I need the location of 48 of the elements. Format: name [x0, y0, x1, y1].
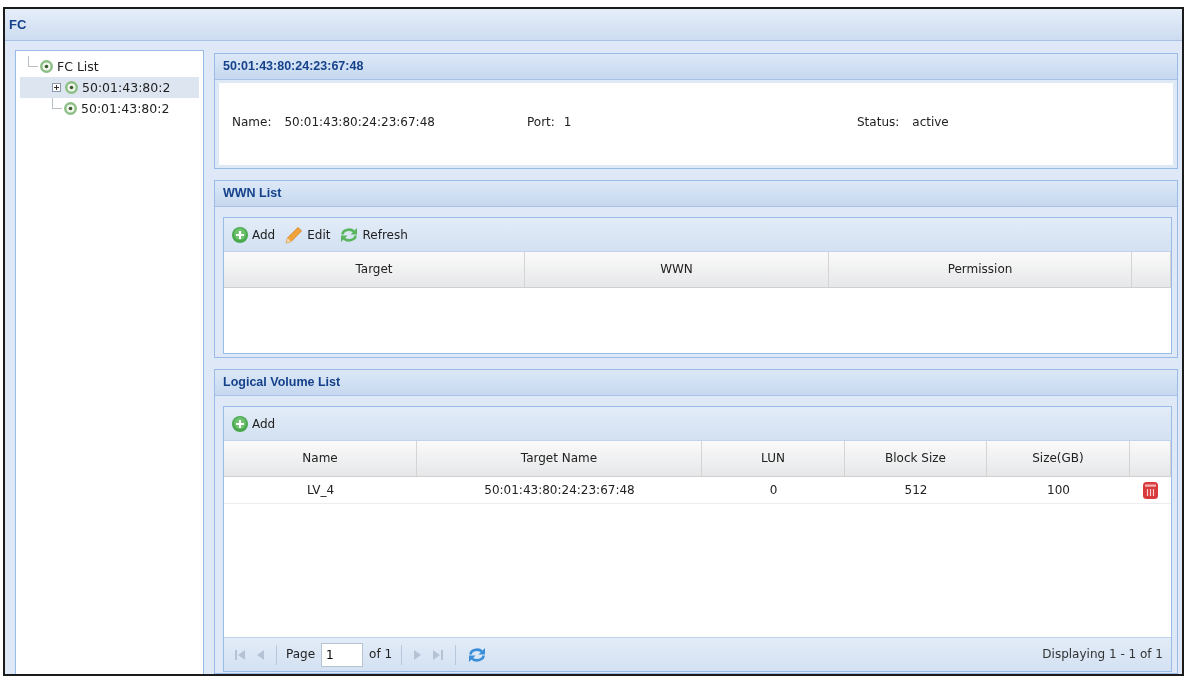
circle-node-icon	[40, 60, 53, 73]
column-header[interactable]: Permission	[947, 262, 1013, 277]
field-value: active	[912, 114, 949, 130]
column-header[interactable]: Name	[302, 451, 338, 466]
table-cell: 50:01:43:80:24:23:67:48	[484, 482, 635, 498]
column-header[interactable]: Block Size	[885, 451, 946, 466]
column-header[interactable]: Target	[355, 262, 393, 277]
field-value: 50:01:43:80:24:23:67:48	[284, 114, 435, 130]
previous-page-icon	[257, 649, 264, 660]
page-field[interactable]: 1	[321, 642, 364, 667]
refresh-button[interactable]: Refresh	[338, 224, 410, 245]
window-title: FC	[9, 16, 27, 33]
circle-node-icon	[64, 102, 77, 115]
paging-summary: Displaying 1 - 1 of 1	[1042, 647, 1163, 662]
pencil-icon	[285, 225, 304, 244]
table-cell: 0	[769, 482, 778, 498]
add-button[interactable]: Add	[230, 224, 278, 245]
add-button[interactable]: Add	[230, 413, 278, 434]
page-label: Page	[286, 647, 316, 662]
page-count: of 1	[369, 647, 393, 662]
tree-item[interactable]: 50:01:43:80:2	[20, 77, 199, 98]
field-value: 1	[563, 114, 572, 130]
plus-circle-icon	[232, 415, 248, 432]
field-label: Name:	[232, 114, 272, 130]
trash-icon[interactable]	[1143, 481, 1158, 499]
field-label: Status:	[857, 114, 900, 130]
panel-title: 50:01:43:80:24:23:67:48	[223, 59, 364, 74]
plus-box-icon[interactable]	[52, 83, 61, 92]
edit-button[interactable]: Edit	[283, 223, 333, 246]
next-page-icon	[414, 649, 422, 660]
refresh-icon	[468, 646, 487, 663]
panel-title: WWN List	[223, 186, 282, 201]
column-header[interactable]: WWN	[660, 262, 693, 277]
last-page-icon	[433, 649, 444, 660]
tree-item[interactable]: FC List	[20, 56, 199, 77]
column-header[interactable]: Size(GB)	[1032, 451, 1084, 466]
table-cell: LV_4	[306, 482, 335, 498]
refresh-icon	[340, 226, 359, 243]
circle-node-icon	[65, 81, 78, 94]
column-header[interactable]: Target Name	[520, 451, 598, 466]
field-label: Port:	[527, 114, 555, 130]
first-page-icon	[235, 649, 245, 660]
table-cell: 512	[904, 482, 928, 498]
table-cell: 100	[1047, 482, 1070, 498]
panel-title: Logical Volume List	[223, 375, 341, 390]
tree-item[interactable]: 50:01:43:80:2	[20, 98, 199, 119]
column-header[interactable]: LUN	[761, 451, 785, 466]
plus-circle-icon	[232, 226, 248, 243]
